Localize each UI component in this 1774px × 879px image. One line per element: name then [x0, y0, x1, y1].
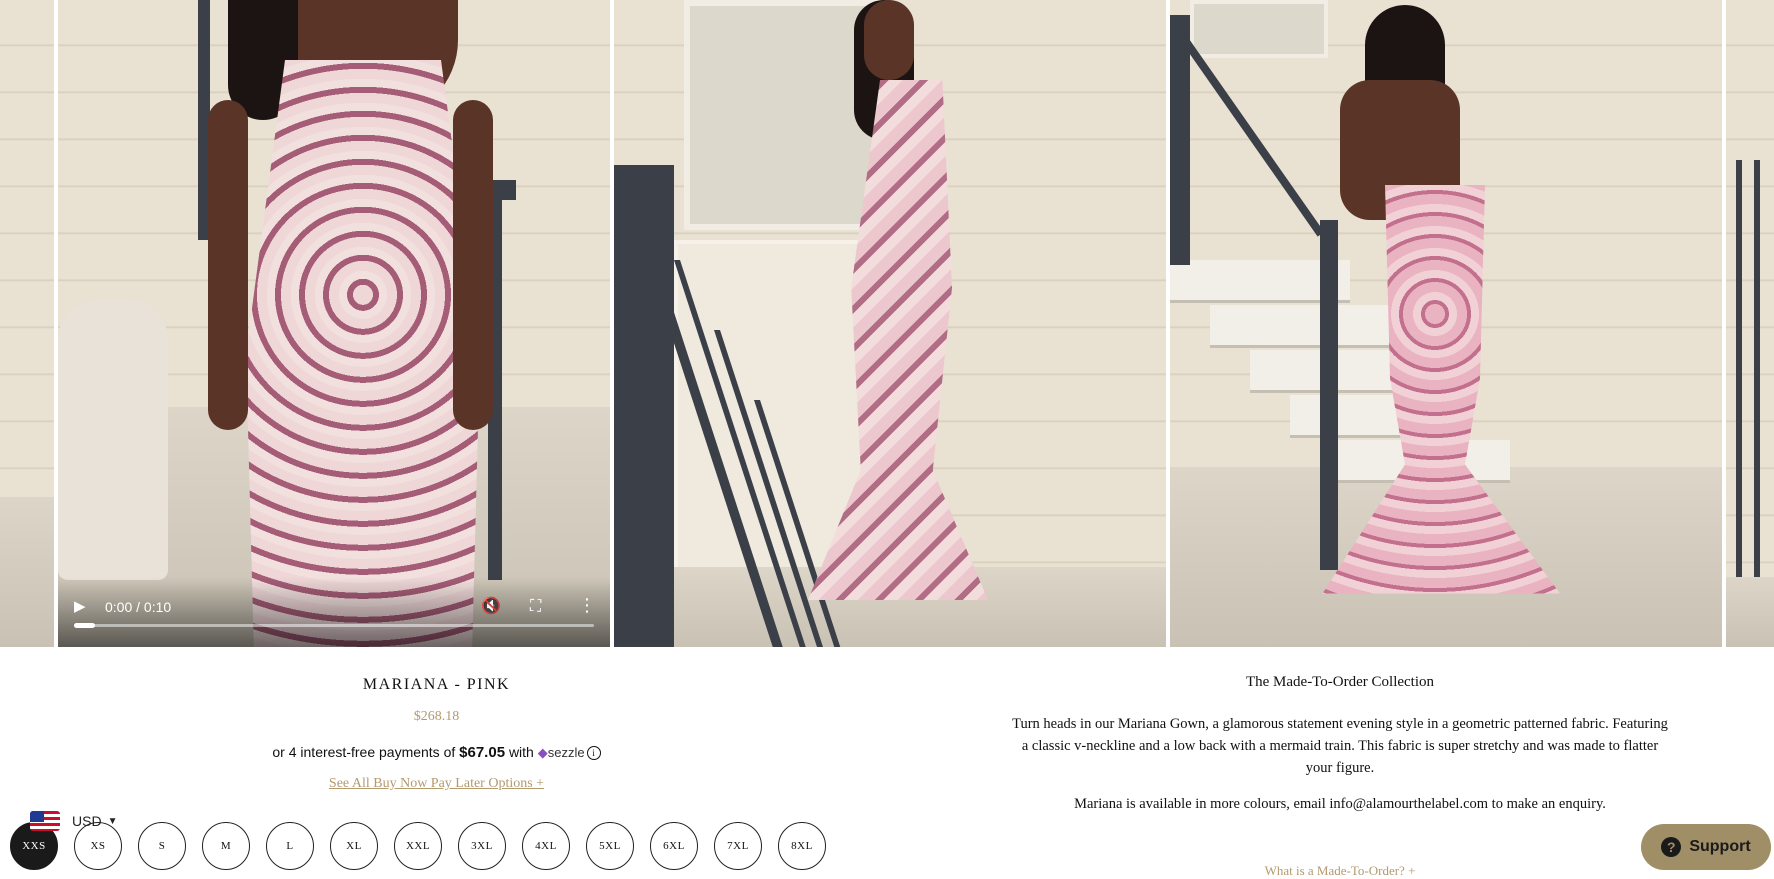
size-option-m[interactable]: M: [202, 822, 250, 870]
gallery-image-partial-right[interactable]: [1726, 0, 1774, 647]
product-gallery: ▶ 0:00 / 0:10 🔇 ⛶ ⋮: [0, 0, 1774, 647]
sezzle-brand: sezzle: [547, 745, 585, 760]
sezzle-installments: or 4 interest-free payments of $67.05 wi…: [200, 744, 673, 761]
product-description: Turn heads in our Mariana Gown, a glamor…: [1012, 716, 1668, 776]
info-icon[interactable]: i: [586, 746, 601, 760]
size-option-s[interactable]: S: [138, 822, 186, 870]
size-option-l[interactable]: L: [266, 822, 314, 870]
us-flag-icon: [30, 811, 60, 831]
window: [1190, 0, 1328, 58]
size-option-xl[interactable]: XL: [330, 822, 378, 870]
installment-with: with: [508, 744, 534, 760]
product-price: $268.18: [413, 709, 460, 724]
video-time: 0:00 / 0:10: [105, 599, 172, 615]
support-label: Support: [1689, 838, 1751, 855]
bnpl-options-link[interactable]: See All Buy Now Pay Later Options +: [300, 776, 573, 792]
fullscreen-icon[interactable]: ⛶: [530, 596, 541, 616]
product-title: MARIANA - PINK: [362, 676, 511, 693]
support-button[interactable]: ? Support: [1641, 824, 1771, 870]
collection-heading: The Made-To-Order Collection: [1245, 674, 1435, 690]
video-controls: ▶ 0:00 / 0:10 🔇 ⛶ ⋮: [58, 577, 610, 647]
video-progress-bar[interactable]: [74, 623, 594, 628]
currency-code: USD: [72, 813, 102, 829]
video-progress-fill: [74, 623, 95, 628]
gallery-image-staircase-front[interactable]: [614, 0, 1166, 647]
product-video[interactable]: [58, 0, 610, 647]
more-options-icon[interactable]: ⋮: [578, 595, 596, 616]
gallery-image-partial-left[interactable]: [0, 0, 54, 647]
installment-prefix: or 4 interest-free payments of: [272, 744, 456, 760]
size-option-5xl[interactable]: 5XL: [586, 822, 634, 870]
play-icon[interactable]: ▶: [74, 597, 86, 615]
size-option-8xl[interactable]: 8XL: [778, 822, 826, 870]
size-option-7xl[interactable]: 7XL: [714, 822, 762, 870]
installment-amount: $67.05: [459, 744, 506, 761]
currency-selector[interactable]: USD ▼: [30, 811, 117, 831]
size-option-3xl[interactable]: 3XL: [458, 822, 506, 870]
size-option-6xl[interactable]: 6XL: [650, 822, 698, 870]
sezzle-logo[interactable]: ◆sezzle: [538, 745, 585, 760]
help-icon: ?: [1661, 837, 1682, 857]
size-option-xxl[interactable]: XXL: [394, 822, 442, 870]
mute-icon[interactable]: 🔇: [481, 596, 501, 615]
gallery-image-back-view[interactable]: [1170, 0, 1722, 647]
chevron-down-icon: ▼: [107, 815, 118, 827]
planter-urn: [58, 300, 168, 580]
size-selector: XXS XS S M L XL XXL 3XL 4XL 5XL 6XL 7XL 8XL: [10, 822, 826, 870]
size-option-4xl[interactable]: 4XL: [522, 822, 570, 870]
colours-note: Mariana is available in more colours, em…: [1074, 796, 1606, 812]
